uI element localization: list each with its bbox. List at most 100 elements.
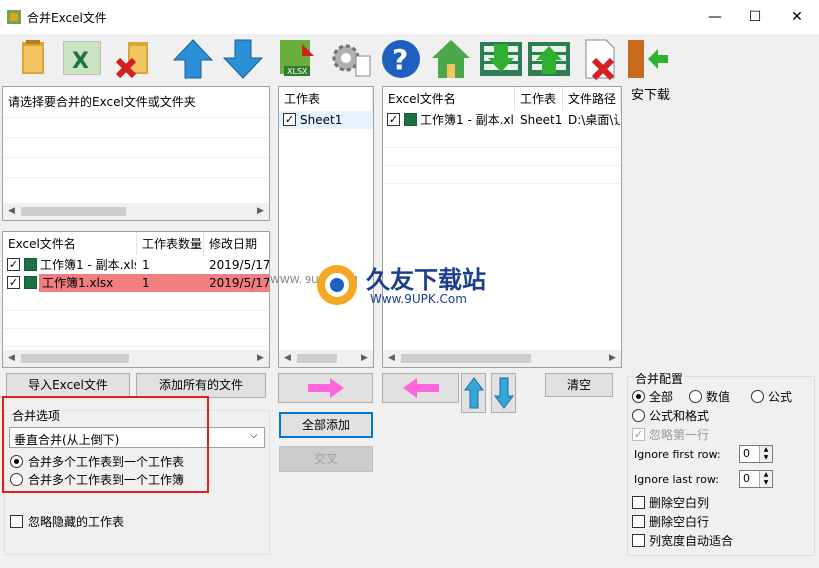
svg-text:?: ? [392, 43, 408, 76]
import-icon[interactable] [478, 36, 524, 82]
file-picker-panel[interactable]: 请选择要合并的Excel文件或文件夹 ◀ ▶ [2, 86, 270, 221]
scroll-left-icon[interactable]: ◀ [3, 350, 20, 367]
settings-icon[interactable] [328, 36, 374, 82]
close-button[interactable]: ✕ [777, 0, 817, 34]
stepper-value: 0 [743, 472, 750, 485]
scroll-thumb[interactable] [21, 207, 126, 216]
grid-line [3, 117, 269, 118]
svg-text:X: X [72, 49, 89, 74]
folder-open-icon[interactable] [10, 36, 56, 82]
col-header-path[interactable]: 文件路径 [563, 87, 621, 111]
stepper-down-icon[interactable]: ▼ [759, 479, 772, 487]
arrow-up-icon [463, 377, 484, 409]
add-all-button[interactable]: 全部添加 [279, 412, 373, 438]
clear-button[interactable]: 清空 [545, 373, 613, 397]
row-checkbox[interactable]: ✓ [7, 276, 20, 289]
selected-list-panel[interactable]: Excel文件名 工作表 文件路径 ✓ 工作簿1 - 副本.xlsx Sheet… [382, 86, 622, 368]
add-selected-button[interactable] [278, 373, 373, 403]
ignore-first-row-checkbox[interactable]: ✓ [632, 428, 645, 441]
ignore-first-row-stepper[interactable]: 0 ▲ ▼ [739, 445, 773, 463]
move-down-button[interactable] [491, 373, 516, 413]
delete-empty-cols-checkbox[interactable] [632, 496, 645, 509]
import-excel-button[interactable]: 导入Excel文件 [6, 373, 130, 398]
col-header-sheet[interactable]: 工作表 [515, 87, 563, 111]
col-header-filename[interactable]: Excel文件名 [3, 232, 137, 256]
ignore-first-row-count-label: Ignore first row: [634, 448, 721, 461]
ignore-last-row-stepper[interactable]: 0 ▲ ▼ [739, 470, 773, 488]
chevron-down-icon: ⌵ [250, 430, 258, 441]
horizontal-scrollbar[interactable]: ◀ ▶ [3, 350, 269, 367]
sheet-checkbox[interactable]: ✓ [283, 113, 296, 126]
ignore-first-row-label: 忽略第一行 [649, 428, 710, 442]
add-all-files-button[interactable]: 添加所有的文件 [136, 373, 266, 398]
scroll-right-icon[interactable]: ▶ [252, 203, 269, 220]
list-item[interactable]: ✓ Sheet1 [279, 111, 373, 129]
modified-date: 2019/5/17 1 [209, 258, 269, 272]
folder-remove-icon[interactable] [112, 36, 158, 82]
grid-line [383, 183, 621, 184]
scroll-right-icon[interactable]: ▶ [604, 350, 621, 367]
table-row[interactable]: ✓ 工作簿1 - 副本.xlsx 1 2019/5/17 1 [3, 256, 269, 274]
file-list-panel[interactable]: Excel文件名 工作表数量 修改日期 ✓ 工作簿1 - 副本.xlsx 1 2… [2, 231, 271, 368]
excel-file-icon [24, 276, 37, 289]
row-checkbox[interactable]: ✓ [387, 113, 400, 126]
paste-formula-format-radio[interactable] [632, 409, 645, 422]
scroll-right-icon[interactable]: ▶ [356, 350, 373, 367]
paste-values-label: 数值 [706, 390, 731, 404]
minimize-button[interactable]: — [695, 0, 735, 34]
move-up-button[interactable] [461, 373, 486, 413]
table-row[interactable]: ✓ 工作簿1 - 副本.xlsx Sheet1 D:\桌面\让 [383, 111, 621, 129]
scroll-left-icon[interactable]: ◀ [383, 350, 400, 367]
preview-text: 安下载 [631, 88, 671, 103]
delete-empty-rows-checkbox[interactable] [632, 515, 645, 528]
stepper-value: 0 [743, 447, 750, 460]
scroll-thumb[interactable] [21, 354, 129, 363]
col-header-sheet-count[interactable]: 工作表数量 [137, 232, 204, 256]
stepper-up-icon[interactable]: ▲ [759, 471, 772, 479]
stepper-down-icon[interactable]: ▼ [759, 454, 772, 462]
ignore-hidden-label: 忽略隐藏的工作表 [28, 515, 125, 529]
row-checkbox[interactable]: ✓ [7, 258, 20, 271]
horizontal-scrollbar[interactable]: ◀ ▶ [383, 350, 621, 367]
grid-line [3, 157, 269, 158]
scroll-right-icon[interactable]: ▶ [252, 350, 269, 367]
arrow-down-icon[interactable] [220, 36, 266, 82]
export-icon[interactable] [526, 36, 572, 82]
file-picker-prompt: 请选择要合并的Excel文件或文件夹 [8, 95, 196, 109]
excel-file-icon [404, 113, 417, 126]
col-header-modified-date[interactable]: 修改日期 [204, 232, 271, 256]
delete-empty-rows-label: 删除空白行 [649, 515, 710, 529]
ignore-hidden-checkbox[interactable] [10, 515, 23, 528]
watermark-url: Www.9UPK.Com [370, 292, 467, 306]
arrow-up-icon[interactable] [170, 36, 216, 82]
scroll-thumb[interactable] [297, 354, 337, 363]
excel-export-icon[interactable]: XLSX [274, 36, 320, 82]
arrow-down-icon [493, 377, 514, 409]
scroll-thumb[interactable] [401, 354, 531, 363]
autofit-columns-checkbox[interactable] [632, 534, 645, 547]
paste-all-radio[interactable] [632, 390, 645, 403]
col-header-filename[interactable]: Excel文件名 [383, 87, 515, 111]
col-header-sheet[interactable]: 工作表 [279, 87, 373, 111]
sheet-list-panel[interactable]: 工作表 ✓ Sheet1 ◀ ▶ [278, 86, 374, 368]
scroll-left-icon[interactable]: ◀ [3, 203, 20, 220]
scroll-left-icon[interactable]: ◀ [279, 350, 296, 367]
excel-add-icon[interactable]: X [60, 36, 106, 82]
title-bar: 合并Excel文件 — ☐ ✕ [0, 0, 819, 34]
home-icon[interactable] [428, 36, 474, 82]
excel-file-icon [24, 258, 37, 271]
cross-button[interactable]: 交叉 [279, 446, 373, 472]
horizontal-scrollbar[interactable]: ◀ ▶ [279, 350, 373, 367]
paste-formula-radio[interactable] [751, 390, 764, 403]
help-icon[interactable]: ? [378, 36, 424, 82]
table-row-selected[interactable]: ✓ 工作簿1.xlsx 1 2019/5/17 1 [3, 274, 269, 292]
maximize-button[interactable]: ☐ [735, 0, 775, 34]
horizontal-scrollbar[interactable]: ◀ ▶ [3, 203, 269, 220]
remove-selected-button[interactable] [382, 373, 459, 403]
delete-file-icon[interactable] [576, 36, 622, 82]
watermark: WWW. 9UPK.COM 久友下载站 Www.9UPK.Com [270, 258, 520, 318]
grid-line [3, 328, 269, 329]
stepper-up-icon[interactable]: ▲ [759, 446, 772, 454]
exit-icon[interactable] [624, 36, 670, 82]
paste-values-radio[interactable] [689, 390, 702, 403]
